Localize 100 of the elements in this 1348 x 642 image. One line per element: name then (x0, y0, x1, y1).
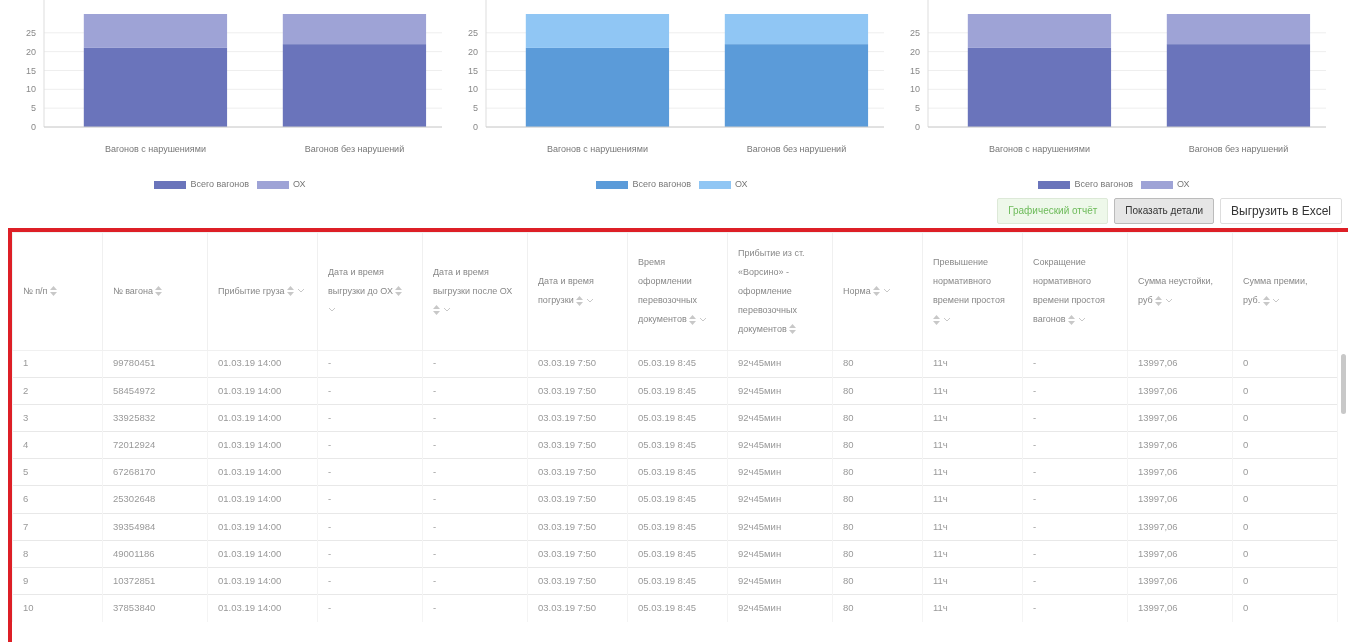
table-cell: 01.03.19 14:00 (207, 594, 318, 622)
table-cell: 2 (12, 377, 103, 405)
table-cell: 03.03.19 7:50 (527, 540, 628, 568)
sort-icon[interactable] (1262, 295, 1270, 306)
tick-label: 10 (26, 84, 36, 95)
table-cell: 92ч45мин (727, 513, 833, 541)
table-cell: 92ч45мин (727, 540, 833, 568)
table-cell: 37853840 (102, 594, 208, 622)
column-header[interactable]: Дата и время выгрузки после ОХ (422, 232, 528, 350)
table-cell: 80 (832, 431, 923, 459)
tick-label: 25 (910, 27, 920, 38)
sort-icon[interactable] (576, 295, 584, 306)
table-cell: 6 (12, 485, 103, 514)
table-cell: 01.03.19 14:00 (207, 377, 318, 405)
column-header[interactable]: Сокращение нормативного времени простоя вагонов (1022, 232, 1128, 350)
table-cell: 92ч45мин (727, 431, 833, 459)
sort-icon[interactable] (1155, 295, 1163, 306)
table-cell: - (1022, 377, 1128, 405)
chevron-down-icon[interactable] (328, 307, 336, 314)
column-header[interactable]: Время оформлении перевозочных документов (627, 232, 728, 350)
scrollbar-thumb[interactable] (1341, 353, 1346, 414)
table-cell: 01.03.19 14:00 (207, 513, 318, 541)
table-cell: 0 (1232, 350, 1338, 378)
table-cell: 11ч (922, 594, 1023, 622)
table-cell: 03.03.19 7:50 (527, 431, 628, 459)
table-cell: 03.03.19 7:50 (527, 513, 628, 541)
table-cell: 01.03.19 14:00 (207, 458, 318, 486)
table-cell: - (1022, 404, 1128, 432)
category-label: Вагонов без нарушений (746, 144, 847, 154)
action-button[interactable]: Графический отчёт (997, 197, 1109, 224)
sort-icon[interactable] (433, 305, 440, 316)
chevron-down-icon[interactable] (1077, 316, 1086, 323)
column-header[interactable]: Дата и время погрузки (527, 232, 628, 350)
table-cell: - (317, 594, 423, 622)
table-cell: 7 (12, 513, 103, 541)
table-cell: 92ч45мин (727, 567, 833, 595)
column-header[interactable]: Прибытие груза (207, 232, 318, 350)
tick-label: 20 (26, 46, 36, 57)
column-header[interactable]: Сумма премии, руб. (1232, 232, 1338, 350)
table-cell: - (1022, 350, 1128, 378)
column-header[interactable]: Норма (832, 232, 923, 350)
category-label: Вагонов с нарушениями (546, 144, 648, 154)
sort-icon[interactable] (1068, 314, 1076, 325)
column-header[interactable]: Превышение нормативного времени простоя (922, 232, 1023, 350)
action-button[interactable]: Показать детали (1114, 197, 1215, 224)
sort-icon[interactable] (689, 314, 697, 325)
chevron-down-icon[interactable] (942, 316, 951, 323)
sort-icon[interactable] (873, 286, 881, 297)
table-cell: 05.03.19 8:45 (627, 485, 728, 514)
table-cell: - (1022, 513, 1128, 541)
table-cell: 11ч (922, 540, 1023, 568)
table-cell: - (422, 485, 528, 514)
sort-icon[interactable] (395, 286, 403, 297)
chevron-down-icon[interactable] (1272, 297, 1281, 304)
column-header[interactable]: № п/п (12, 232, 103, 350)
chevron-down-icon[interactable] (1164, 297, 1173, 304)
table-cell: 03.03.19 7:50 (527, 594, 628, 622)
table-cell: 0 (1232, 540, 1338, 568)
table-cell: - (422, 404, 528, 432)
chevron-down-icon[interactable] (698, 316, 707, 323)
column-header[interactable]: Сумма неустойки, руб (1127, 232, 1233, 350)
legend-label: Всего вагонов (1074, 178, 1133, 191)
table-cell: 13997,06 (1127, 458, 1233, 486)
tick-label: 5 (473, 103, 478, 114)
table-cell: 11ч (922, 458, 1023, 486)
table-cell: 11ч (922, 404, 1023, 432)
sort-icon[interactable] (789, 324, 797, 335)
chevron-down-icon[interactable] (585, 297, 594, 304)
table-cell: 05.03.19 8:45 (627, 431, 728, 459)
table-cell: 01.03.19 14:00 (207, 404, 318, 432)
tick-label: 0 (915, 122, 920, 132)
table-cell: 80 (832, 377, 923, 405)
table-cell: 80 (832, 485, 923, 514)
chevron-down-icon[interactable] (442, 307, 451, 314)
sort-icon[interactable] (49, 286, 57, 297)
table-cell: 92ч45мин (727, 458, 833, 486)
chevron-down-icon[interactable] (882, 288, 891, 295)
tick-label: 25 (26, 27, 36, 38)
tick-label: 20 (910, 46, 920, 57)
chevron-down-icon[interactable] (296, 288, 305, 295)
table-cell: - (422, 458, 528, 486)
table-cell: 0 (1232, 458, 1338, 486)
table-cell: 0 (1232, 567, 1338, 595)
sort-icon[interactable] (933, 314, 940, 325)
legend-label: Всего вагонов (190, 178, 249, 191)
table-cell: 49001186 (102, 540, 208, 568)
table-cell: - (317, 431, 423, 459)
table-cell: - (1022, 458, 1128, 486)
column-header[interactable]: № вагона (102, 232, 208, 350)
column-header[interactable]: Дата и время выгрузки до ОХ (317, 232, 423, 350)
table-cell: 13997,06 (1127, 431, 1233, 459)
table-cell: 8 (12, 540, 103, 568)
table-cell: - (1022, 540, 1128, 568)
action-button[interactable]: Выгрузить в Excel (1220, 197, 1342, 224)
table-cell: 01.03.19 14:00 (207, 485, 318, 514)
table-cell: 1 (12, 350, 103, 378)
sort-icon[interactable] (155, 286, 163, 297)
category-label: Вагонов без нарушений (304, 144, 405, 154)
sort-icon[interactable] (287, 286, 295, 297)
column-header[interactable]: Прибытие из ст. «Ворсино» - оформление перевозочных документов (727, 232, 833, 350)
